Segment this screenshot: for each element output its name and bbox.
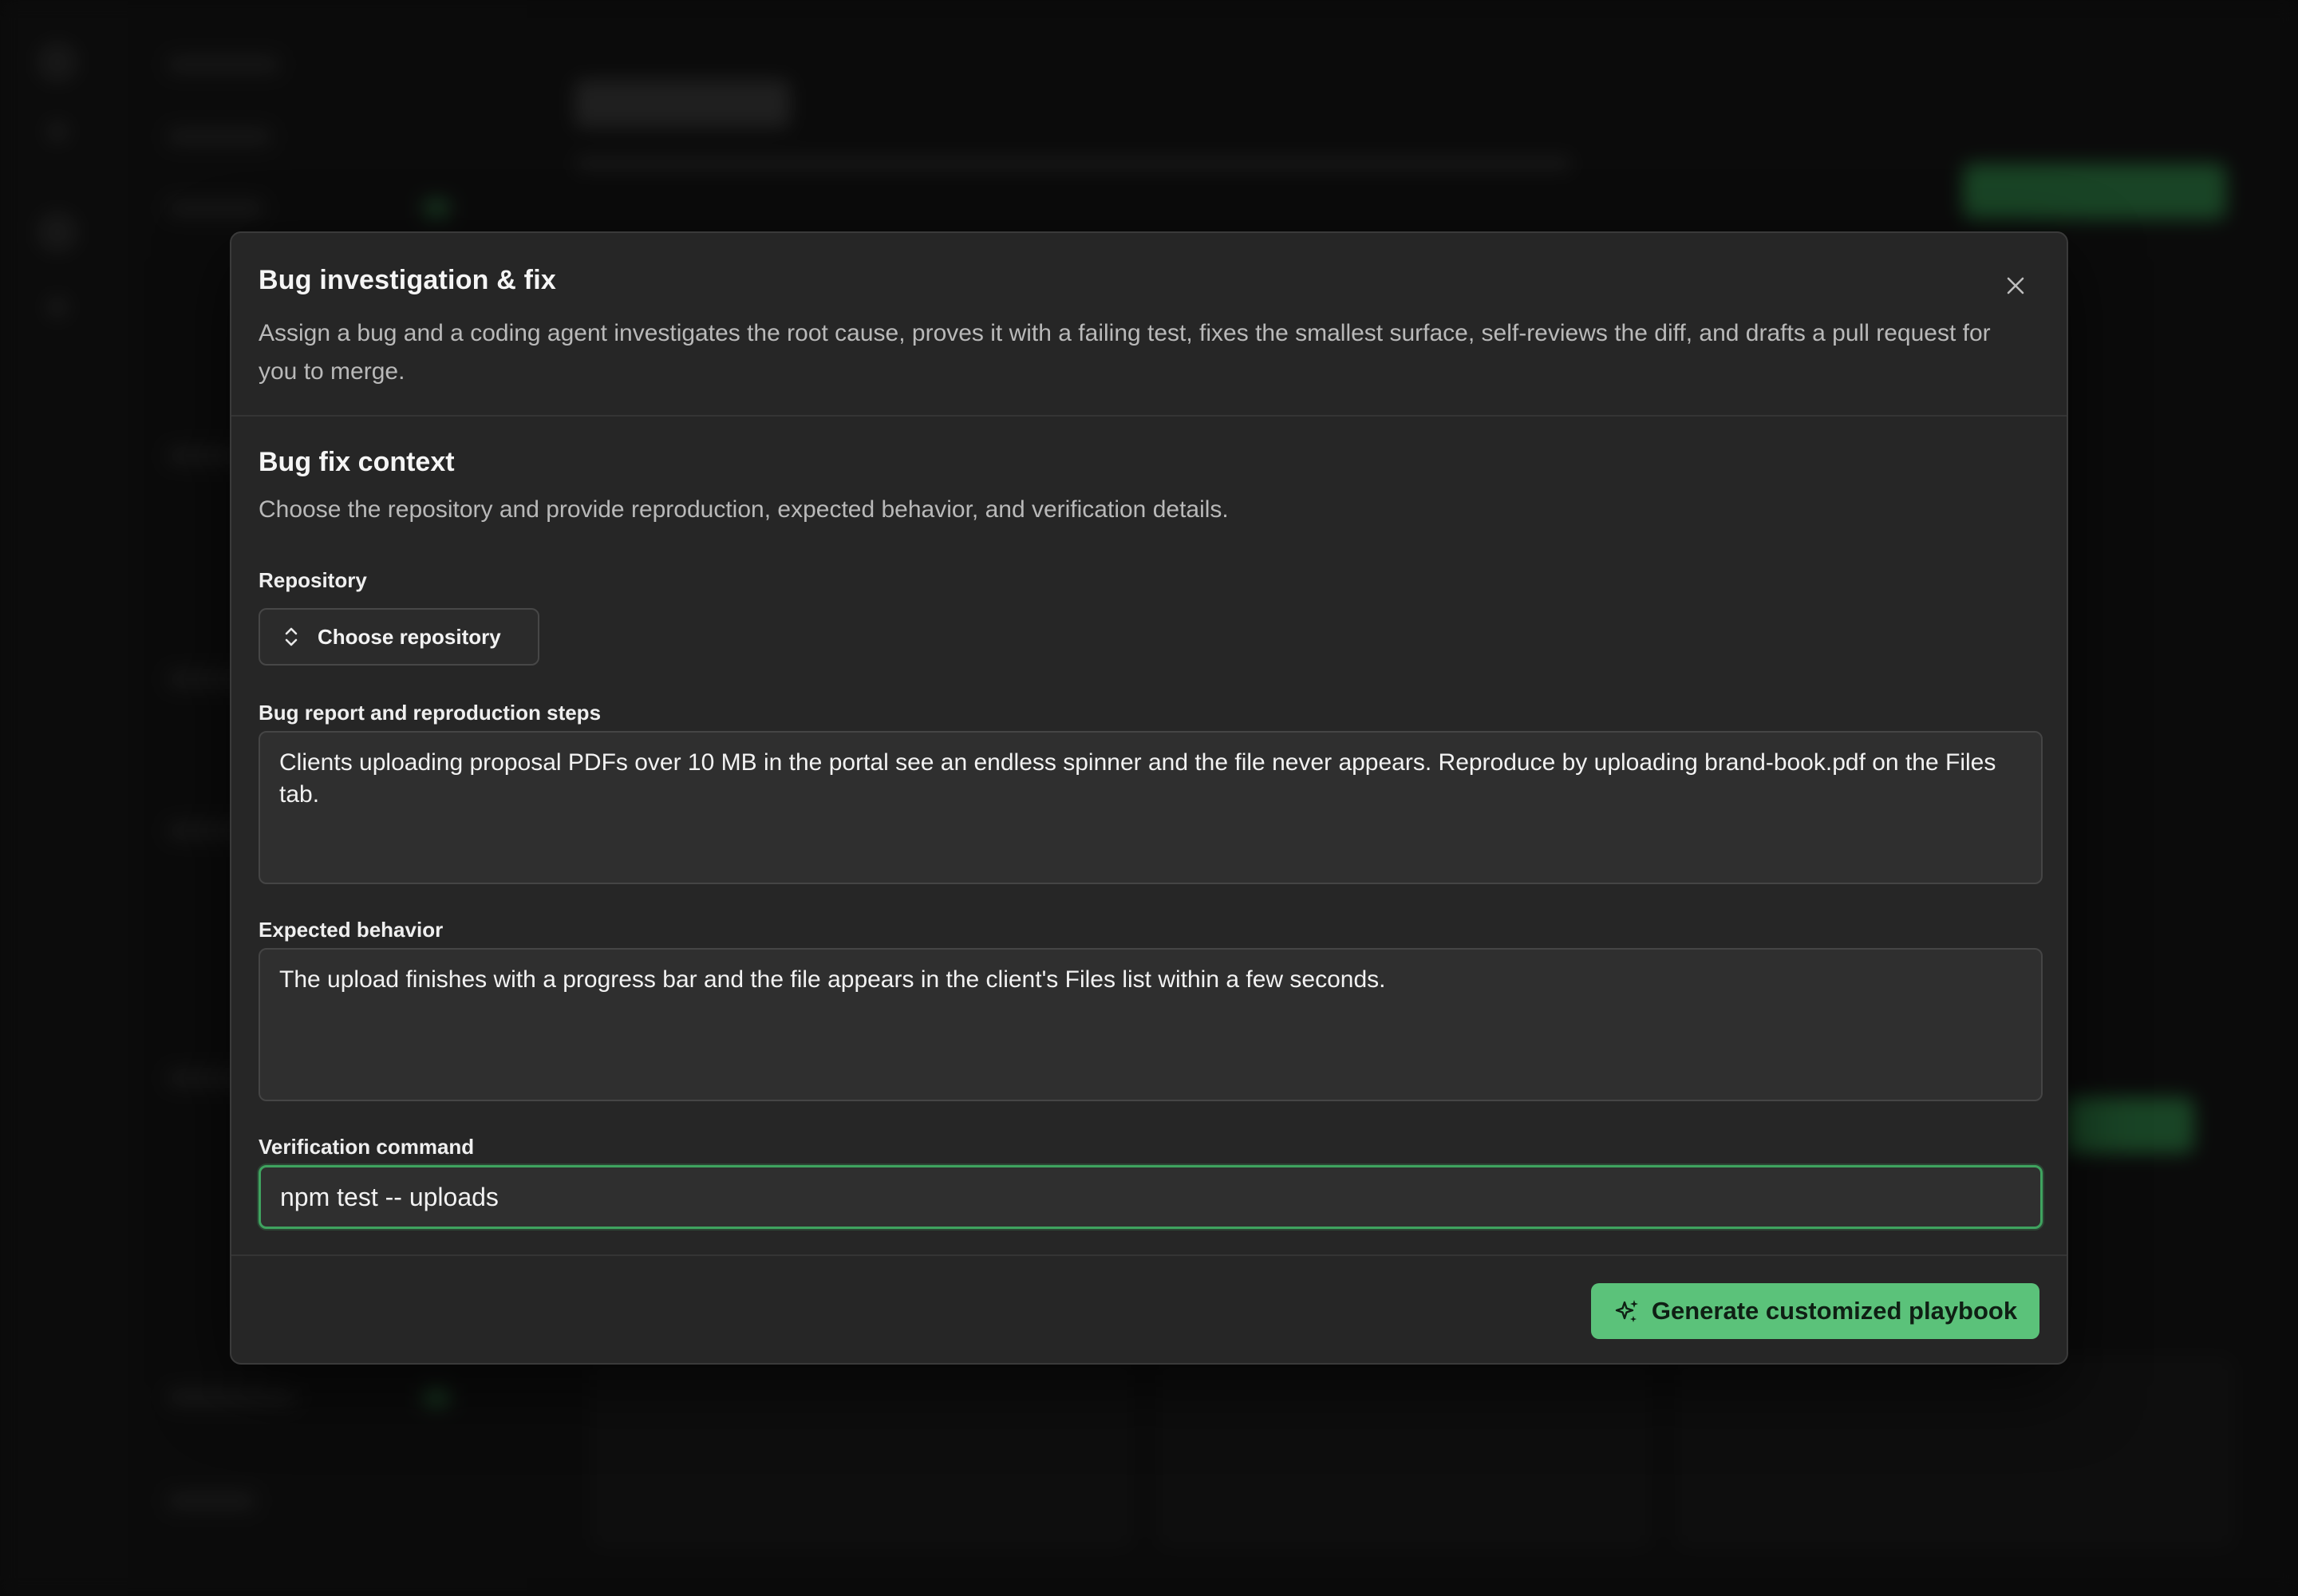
dialog-header: Bug investigation & fix Assign a bug and… — [231, 233, 2067, 417]
generate-playbook-button[interactable]: Generate customized playbook — [1591, 1283, 2039, 1339]
close-button[interactable] — [1993, 263, 2038, 308]
playbook-dialog: Bug investigation & fix Assign a bug and… — [230, 231, 2068, 1365]
verification-command-value: npm test -- uploads — [280, 1182, 499, 1211]
expected-behavior-textarea[interactable]: The upload finishes with a progress bar … — [259, 948, 2043, 1101]
section-title: Bug fix context — [259, 447, 455, 477]
sparkles-icon — [1615, 1300, 1638, 1322]
expected-behavior-label: Expected behavior — [259, 918, 444, 942]
verification-command-input[interactable]: npm test -- uploads — [259, 1165, 2043, 1229]
choose-repository-button[interactable]: Choose repository — [259, 608, 539, 666]
choose-repository-label: Choose repository — [318, 624, 501, 649]
dialog-footer: Generate customized playbook — [231, 1254, 2067, 1366]
verification-command-label: Verification command — [259, 1135, 475, 1159]
dialog-title: Bug investigation & fix — [259, 265, 556, 295]
bug-report-label: Bug report and reproduction steps — [259, 701, 602, 725]
close-icon — [2007, 277, 2024, 294]
chevron-up-down-icon — [285, 627, 298, 646]
section-description: Choose the repository and provide reprod… — [259, 496, 1229, 523]
dialog-description: Assign a bug and a coding agent investig… — [259, 320, 1991, 385]
generate-playbook-label: Generate customized playbook — [1651, 1297, 2018, 1325]
repository-label: Repository — [259, 568, 367, 592]
bug-report-textarea[interactable]: Clients uploading proposal PDFs over 10 … — [259, 731, 2043, 884]
